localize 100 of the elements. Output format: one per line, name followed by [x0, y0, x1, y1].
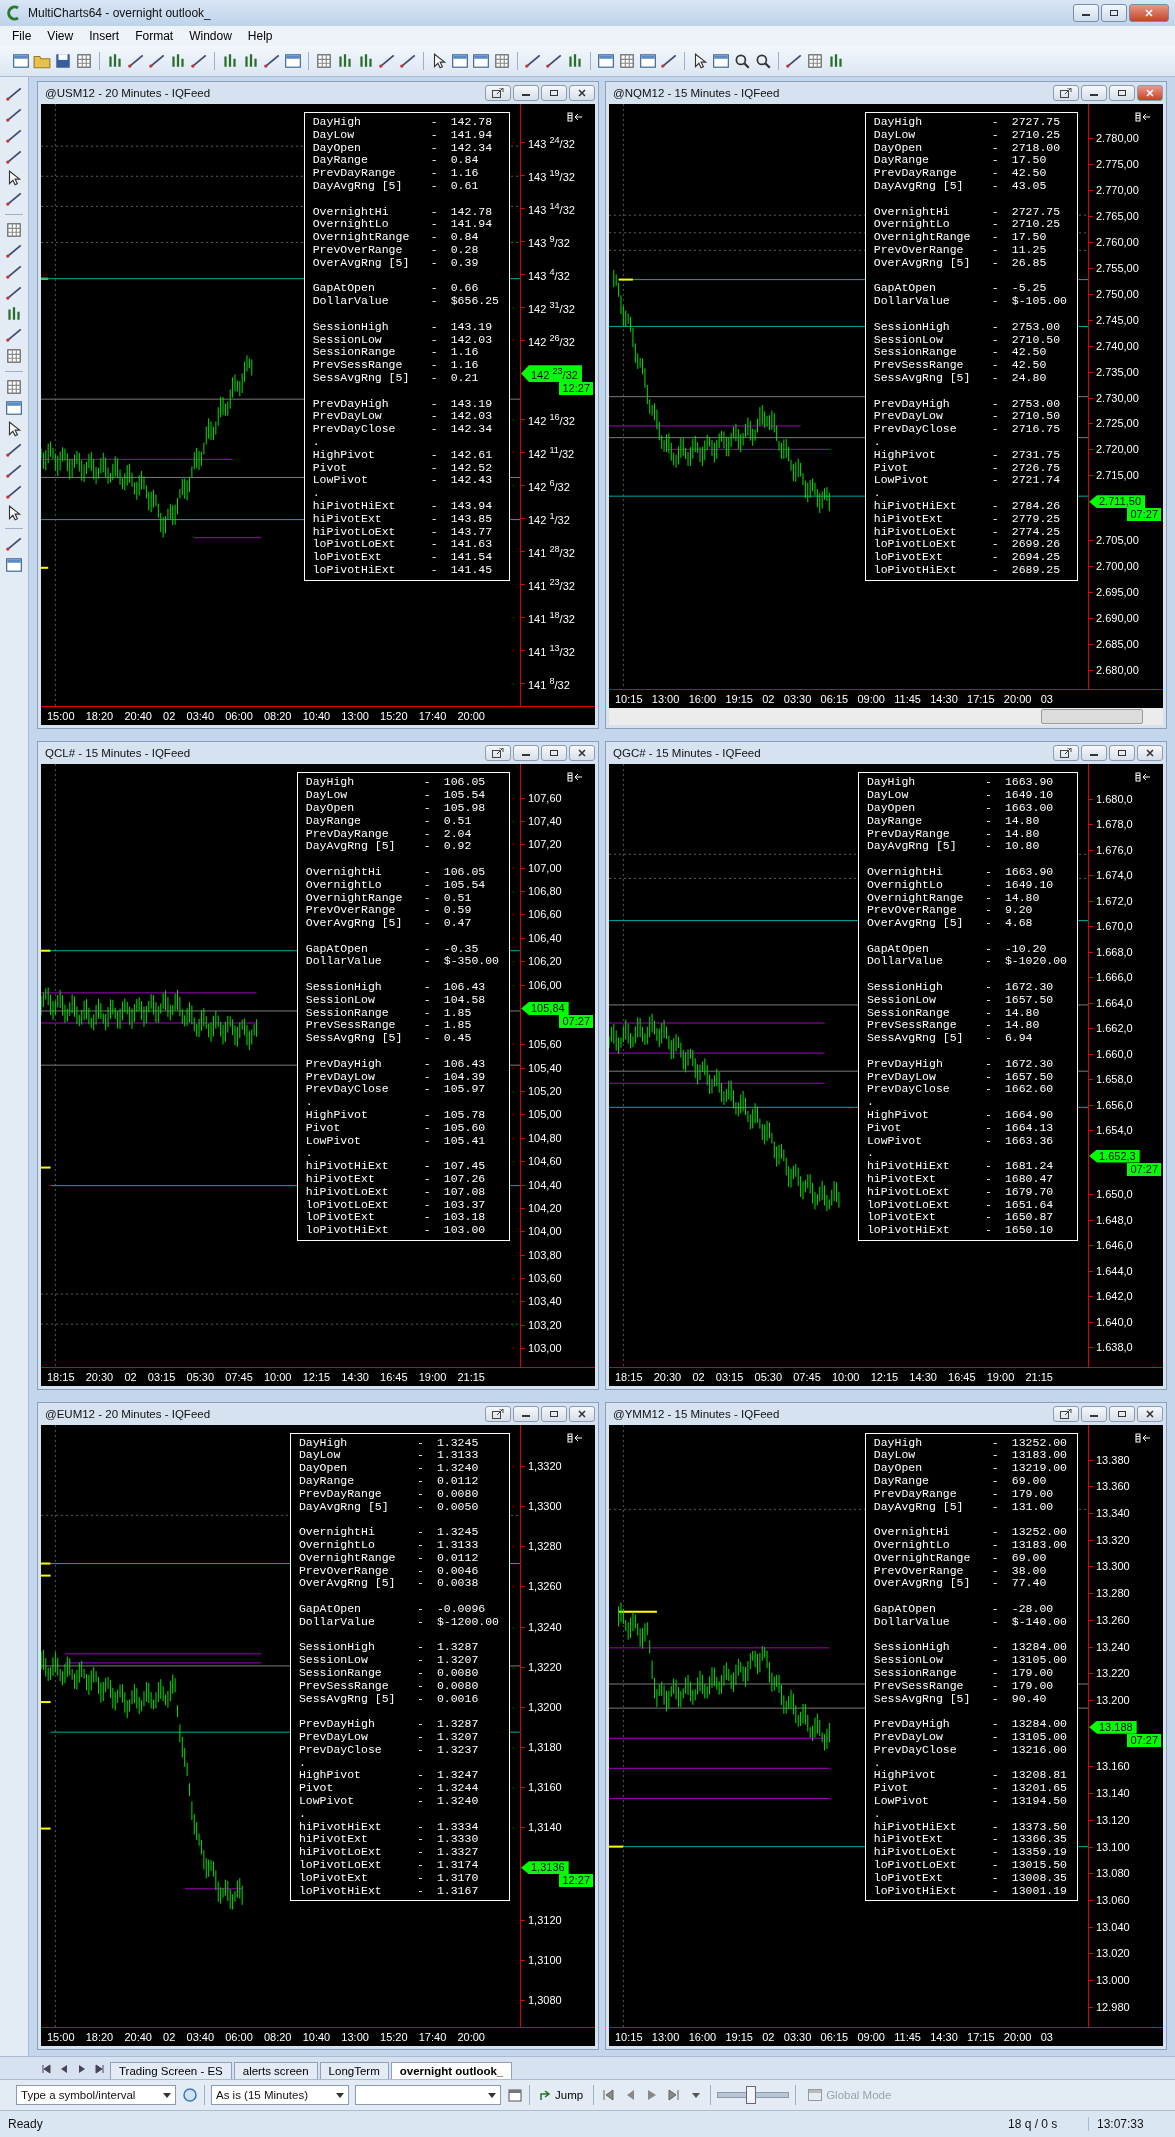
first-icon[interactable]	[41, 2064, 51, 2074]
chart-title-bar[interactable]: QGC# - 15 Minutes - IQFeed	[609, 742, 1163, 765]
bar-chart-icon[interactable]	[357, 52, 375, 70]
minimize-button[interactable]	[1081, 745, 1107, 762]
maximize-button[interactable]	[541, 1405, 567, 1422]
menu-item[interactable]: Insert	[81, 28, 128, 44]
chart-title-bar[interactable]: QCL# - 15 Minutes - IQFeed	[41, 742, 595, 765]
window-icon[interactable]	[5, 399, 23, 417]
menu-item[interactable]: Window	[181, 28, 240, 44]
detach-button[interactable]	[1053, 745, 1079, 762]
grid-icon[interactable]	[5, 221, 23, 239]
line-icon[interactable]	[785, 52, 803, 70]
line-icon[interactable]	[5, 85, 23, 103]
line-icon[interactable]	[127, 52, 145, 70]
search-icon[interactable]	[733, 52, 751, 70]
minimize-button[interactable]	[513, 1405, 539, 1422]
window-icon[interactable]	[5, 556, 23, 574]
line-icon[interactable]	[5, 263, 23, 281]
menu-item[interactable]: Help	[239, 28, 281, 44]
window-icon[interactable]	[451, 52, 469, 70]
menu-item[interactable]: Format	[127, 28, 182, 44]
scrollbar[interactable]	[609, 708, 1163, 726]
sheet-tab[interactable]: alerts screen	[233, 2062, 318, 2079]
detach-button[interactable]	[1053, 1405, 1079, 1422]
minimize-button[interactable]	[513, 85, 539, 101]
window-icon[interactable]	[712, 52, 730, 70]
close-button[interactable]	[569, 1405, 595, 1422]
minimize-button[interactable]	[1073, 4, 1099, 22]
close-button[interactable]	[1137, 745, 1163, 762]
bars-arrow-icon[interactable]	[1135, 1432, 1151, 1443]
search-icon[interactable]	[754, 52, 772, 70]
close-button[interactable]	[569, 85, 595, 101]
bars-arrow-icon[interactable]	[567, 772, 583, 783]
bars-arrow-icon[interactable]	[1135, 112, 1151, 122]
interval-dropdown[interactable]: As is (15 Minutes)	[211, 2085, 349, 2105]
window-icon[interactable]	[472, 52, 490, 70]
bars-arrow-icon[interactable]	[567, 1432, 583, 1443]
maximize-button[interactable]	[1109, 745, 1135, 762]
line-icon[interactable]	[263, 52, 281, 70]
window-icon[interactable]	[597, 52, 615, 70]
bars-arrow-icon[interactable]	[1135, 772, 1151, 783]
line-icon[interactable]	[5, 127, 23, 145]
sheet-tab[interactable]: Trading Screen - ES	[110, 2062, 232, 2079]
last-icon[interactable]	[95, 2064, 105, 2074]
maximize-button[interactable]	[541, 85, 567, 101]
back-icon[interactable]	[59, 2064, 69, 2074]
minimize-button[interactable]	[1081, 85, 1107, 101]
line-icon[interactable]	[190, 52, 208, 70]
detach-button[interactable]	[485, 745, 511, 762]
line-icon[interactable]	[660, 52, 678, 70]
line-icon[interactable]	[524, 52, 542, 70]
combo-field[interactable]	[355, 2085, 501, 2105]
close-button[interactable]	[1137, 1405, 1163, 1422]
circle-icon[interactable]	[182, 2087, 198, 2103]
bar-chart-icon[interactable]	[242, 52, 260, 70]
chart-title-bar[interactable]: @YMM12 - 15 Minutes - IQFeed	[609, 1402, 1163, 1425]
maximize-button[interactable]	[1109, 1405, 1135, 1422]
sheet-tab[interactable]: overnight outlook_	[390, 2062, 513, 2079]
minimize-button[interactable]	[1081, 1405, 1107, 1422]
bars-arrow-icon[interactable]	[567, 112, 583, 122]
line-icon[interactable]	[5, 190, 23, 208]
detach-button[interactable]	[485, 85, 511, 101]
line-icon[interactable]	[5, 242, 23, 260]
bar-chart-icon[interactable]	[566, 52, 584, 70]
grid-icon[interactable]	[493, 52, 511, 70]
slider-thumb[interactable]	[745, 2086, 756, 2104]
line-icon[interactable]	[5, 106, 23, 124]
line-icon[interactable]	[5, 462, 23, 480]
chart-title-bar[interactable]: @NQM12 - 15 Minutes - IQFeed	[609, 82, 1163, 104]
bar-chart-icon[interactable]	[336, 52, 354, 70]
maximize-button[interactable]	[1109, 85, 1135, 101]
bar-chart-icon[interactable]	[827, 52, 845, 70]
menu-item[interactable]: View	[39, 28, 82, 44]
line-icon[interactable]	[5, 441, 23, 459]
bar-chart-icon[interactable]	[169, 52, 187, 70]
chart-title-bar[interactable]: @USM12 - 20 Minutes - IQFeed	[41, 82, 595, 104]
detach-button[interactable]	[1053, 85, 1079, 101]
maximize-button[interactable]	[1101, 4, 1127, 22]
line-icon[interactable]	[5, 483, 23, 501]
grid-icon[interactable]	[806, 52, 824, 70]
line-icon[interactable]	[5, 535, 23, 553]
chart-title-bar[interactable]: @EUM12 - 20 Minutes - IQFeed	[41, 1402, 595, 1425]
line-icon[interactable]	[5, 326, 23, 344]
line-icon[interactable]	[148, 52, 166, 70]
symbol-field[interactable]: Type a symbol/interval	[16, 2085, 176, 2105]
line-icon[interactable]	[545, 52, 563, 70]
line-icon[interactable]	[399, 52, 417, 70]
line-icon[interactable]	[5, 284, 23, 302]
minimize-button[interactable]	[513, 745, 539, 762]
bar-chart-icon[interactable]	[221, 52, 239, 70]
jump-button[interactable]: Jump	[536, 2087, 588, 2103]
line-icon[interactable]	[5, 148, 23, 166]
calendar-icon[interactable]	[507, 2087, 523, 2103]
window-icon[interactable]	[639, 52, 657, 70]
bar-chart-icon[interactable]	[106, 52, 124, 70]
grid-icon[interactable]	[618, 52, 636, 70]
maximize-button[interactable]	[541, 745, 567, 762]
menu-item[interactable]: File	[4, 28, 40, 44]
bar-chart-icon[interactable]	[5, 305, 23, 323]
window-icon[interactable]	[12, 52, 30, 70]
